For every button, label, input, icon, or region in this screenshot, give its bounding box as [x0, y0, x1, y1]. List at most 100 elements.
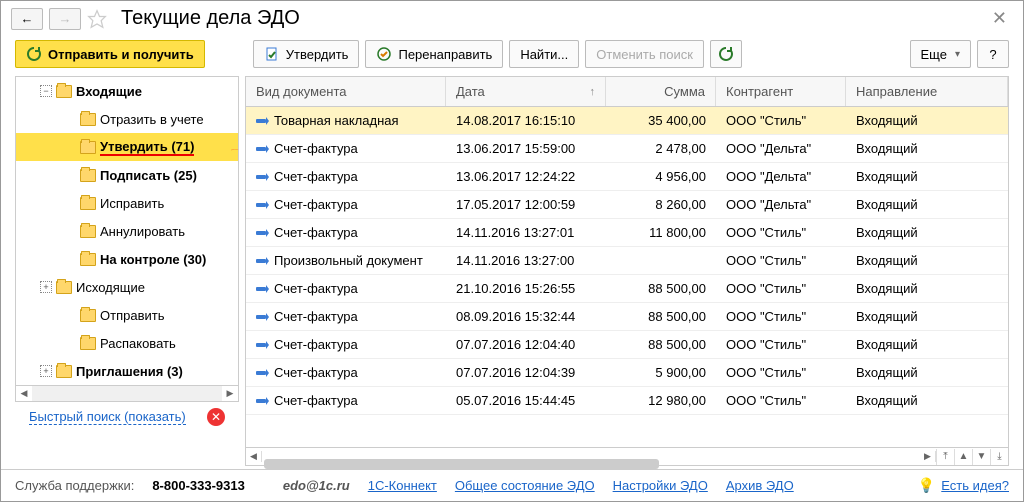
grid-scroll-thumb[interactable]: [264, 459, 659, 469]
cell-dir: Входящий: [846, 253, 1008, 268]
folder-tree: −ВходящиеОтразить в учете Утвердить (71) П…: [15, 76, 239, 402]
expander-icon[interactable]: +: [40, 281, 52, 293]
grid-first-button[interactable]: ⤒: [936, 449, 954, 465]
nav-forward-button[interactable]: →: [49, 8, 81, 30]
document-icon: [256, 175, 266, 179]
table-row[interactable]: Счет-фактура07.07.2016 12:04:4088 500,00…: [246, 331, 1008, 359]
document-icon: [256, 259, 266, 263]
cell-partner: ООО "Стиль": [716, 253, 846, 268]
quick-search-row: Быстрый поиск (показать) ✕: [15, 402, 239, 426]
folder-icon: [80, 141, 96, 154]
cancel-search-button[interactable]: Отменить поиск: [585, 40, 704, 68]
tree-item-label: Исправить: [100, 196, 164, 211]
table-row[interactable]: Товарная накладная14.08.2017 16:15:1035 …: [246, 107, 1008, 135]
col-sum[interactable]: Сумма: [606, 77, 716, 106]
grid-up-button[interactable]: ▲: [954, 449, 972, 465]
grid-down-button[interactable]: ▼: [972, 449, 990, 465]
support-email: edo@1c.ru: [283, 478, 350, 493]
folder-icon: [80, 225, 96, 238]
footer-link-status[interactable]: Общее состояние ЭДО: [455, 478, 595, 493]
tree-item[interactable]: Отразить в учете: [16, 105, 238, 133]
footer: Служба поддержки: 8-800-333-9313 edo@1c.…: [1, 469, 1023, 501]
table-row[interactable]: Произвольный документ14.11.2016 13:27:00…: [246, 247, 1008, 275]
redirect-button[interactable]: Перенаправить: [365, 40, 503, 68]
tree-item[interactable]: На контроле (30): [16, 245, 238, 273]
document-icon: [256, 343, 266, 347]
tree-item[interactable]: Подписать (25): [16, 161, 238, 189]
tree-item[interactable]: +Приглашения (3): [16, 357, 238, 385]
toolbar: Отправить и получить Утвердить Перенапра…: [1, 36, 1023, 76]
tree-item-label: Распаковать: [100, 336, 176, 351]
tree-item[interactable]: Утвердить (71): [16, 133, 238, 161]
clear-button[interactable]: ✕: [207, 408, 225, 426]
tree-item-label: Исходящие: [76, 280, 145, 295]
tree-item[interactable]: Отправить: [16, 301, 238, 329]
grid-last-button[interactable]: ⤓: [990, 449, 1008, 465]
close-button[interactable]: ✕: [986, 8, 1013, 29]
send-receive-button[interactable]: Отправить и получить: [15, 40, 205, 68]
document-icon: [256, 399, 266, 403]
cell-date: 14.11.2016 13:27:01: [446, 225, 606, 240]
folder-icon: [80, 337, 96, 350]
grid-scroll-left-icon[interactable]: ◀: [246, 451, 262, 462]
table-row[interactable]: Счет-фактура05.07.2016 15:44:4512 980,00…: [246, 387, 1008, 415]
support-phone: 8-800-333-9313: [152, 478, 245, 493]
col-type[interactable]: Вид документа: [246, 77, 446, 106]
reload-button[interactable]: [710, 40, 742, 68]
table-row[interactable]: Счет-фактура13.06.2017 12:24:224 956,00О…: [246, 163, 1008, 191]
grid-hscroll[interactable]: ◀ ▶ ⤒ ▲ ▼ ⤓: [246, 447, 1008, 465]
support-label: Служба поддержки:: [15, 478, 134, 493]
footer-link-settings[interactable]: Настройки ЭДО: [613, 478, 708, 493]
cell-sum: 88 500,00: [606, 281, 716, 296]
more-button[interactable]: Еще: [910, 40, 971, 68]
cell-type: Счет-фактура: [274, 393, 358, 408]
scroll-right-icon[interactable]: ▶: [222, 386, 238, 401]
tree-hscroll[interactable]: ◀ ▶: [16, 385, 238, 401]
folder-icon: [56, 85, 72, 98]
cell-type: Товарная накладная: [274, 113, 399, 128]
footer-link-connect[interactable]: 1С-Коннект: [368, 478, 437, 493]
table-row[interactable]: Счет-фактура13.06.2017 15:59:002 478,00О…: [246, 135, 1008, 163]
expander-icon[interactable]: −: [40, 85, 52, 97]
tree-item[interactable]: + Исходящие: [16, 273, 238, 301]
table-row[interactable]: Счет-фактура07.07.2016 12:04:395 900,00О…: [246, 359, 1008, 387]
col-direction[interactable]: Направление: [846, 77, 1008, 106]
cell-partner: ООО "Дельта": [716, 141, 846, 156]
expander-icon[interactable]: +: [40, 365, 52, 377]
footer-link-archive[interactable]: Архив ЭДО: [726, 478, 794, 493]
folder-icon: [80, 113, 96, 126]
tree-item[interactable]: −Входящие: [16, 77, 238, 105]
table-row[interactable]: Счет-фактура21.10.2016 15:26:5588 500,00…: [246, 275, 1008, 303]
expander-icon: [64, 141, 76, 153]
document-icon: [256, 231, 266, 235]
document-icon: [256, 371, 266, 375]
tree-item-label: Утвердить (71): [100, 139, 194, 156]
tree-item[interactable]: Исправить: [16, 189, 238, 217]
cell-type: Произвольный документ: [274, 253, 423, 268]
table-row[interactable]: Счет-фактура08.09.2016 15:32:4488 500,00…: [246, 303, 1008, 331]
idea-link[interactable]: Есть идея?: [941, 478, 1009, 493]
help-button[interactable]: ?: [977, 40, 1009, 68]
table-row[interactable]: Счет-фактура17.05.2017 12:00:598 260,00О…: [246, 191, 1008, 219]
cell-type: Счет-фактура: [274, 309, 358, 324]
nav-back-button[interactable]: ←: [11, 8, 43, 30]
scroll-left-icon[interactable]: ◀: [16, 386, 32, 401]
quick-search-link[interactable]: Быстрый поиск (показать): [29, 409, 186, 425]
favorite-star-icon[interactable]: [87, 9, 107, 29]
cell-sum: 88 500,00: [606, 337, 716, 352]
document-icon: [256, 203, 266, 207]
grid-scroll-right-icon[interactable]: ▶: [920, 451, 936, 462]
tree-item[interactable]: Распаковать: [16, 329, 238, 357]
approve-button[interactable]: Утвердить: [253, 40, 360, 68]
find-button[interactable]: Найти...: [509, 40, 579, 68]
help-label: ?: [989, 47, 996, 62]
expander-icon: [64, 197, 76, 209]
cell-sum: 35 400,00: [606, 113, 716, 128]
redirect-icon: [376, 46, 392, 62]
tree-item[interactable]: Аннулировать: [16, 217, 238, 245]
cell-partner: ООО "Стиль": [716, 113, 846, 128]
col-partner[interactable]: Контрагент: [716, 77, 846, 106]
cell-partner: ООО "Дельта": [716, 169, 846, 184]
table-row[interactable]: Счет-фактура14.11.2016 13:27:0111 800,00…: [246, 219, 1008, 247]
col-date[interactable]: Дата↑: [446, 77, 606, 106]
